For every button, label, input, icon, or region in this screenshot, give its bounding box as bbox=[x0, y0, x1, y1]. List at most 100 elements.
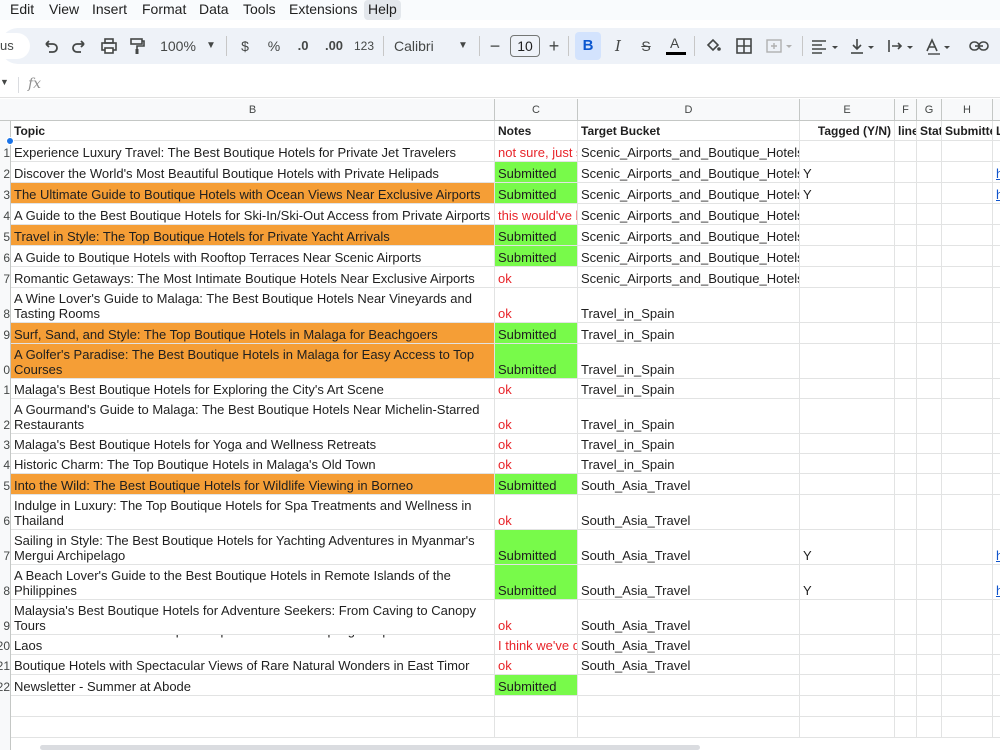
row-number[interactable]: 4 bbox=[0, 209, 11, 223]
empty-cell[interactable] bbox=[942, 434, 993, 454]
empty-cell[interactable] bbox=[895, 495, 917, 530]
menu-edit[interactable]: Edit bbox=[6, 0, 38, 20]
empty-cell[interactable] bbox=[895, 675, 917, 696]
notes-cell[interactable]: Submitted bbox=[495, 474, 578, 495]
currency-format-button[interactable]: $ bbox=[238, 28, 252, 64]
topic-cell[interactable]: A Guide to Boutique Hotels with Rooftop … bbox=[11, 246, 495, 267]
menu-insert[interactable]: Insert bbox=[88, 0, 131, 20]
menu-view[interactable]: View bbox=[45, 0, 83, 20]
tagged-cell[interactable] bbox=[800, 204, 895, 225]
empty-cell[interactable] bbox=[942, 600, 993, 635]
empty-cell[interactable] bbox=[942, 399, 993, 434]
notes-cell[interactable]: ok bbox=[495, 267, 578, 288]
row-number[interactable]: 22 bbox=[0, 680, 11, 694]
empty-cell[interactable] bbox=[917, 474, 942, 495]
header-cell-g[interactable]: Stat bbox=[917, 121, 942, 141]
tagged-cell[interactable] bbox=[800, 675, 895, 696]
name-box-chevron-icon[interactable]: ▼ bbox=[0, 77, 9, 87]
tagged-cell[interactable] bbox=[800, 399, 895, 434]
link-cell[interactable] bbox=[993, 246, 1000, 267]
empty-cell[interactable] bbox=[917, 565, 942, 600]
topic-cell[interactable]: A Gourmand's Guide to Malaga: The Best B… bbox=[11, 399, 495, 434]
tagged-cell[interactable] bbox=[800, 225, 895, 246]
target-bucket-cell[interactable]: South_Asia_Travel bbox=[578, 530, 800, 565]
empty-cell[interactable] bbox=[895, 246, 917, 267]
link-cell[interactable] bbox=[993, 655, 1000, 675]
row-number[interactable]: 7 bbox=[0, 549, 11, 563]
topic-cell[interactable]: Surf, Sand, and Style: The Top Boutique … bbox=[11, 323, 495, 344]
header-cell-topic[interactable]: Topic bbox=[11, 121, 495, 141]
target-bucket-cell[interactable]: Scenic_Airports_and_Boutique_Hotels bbox=[578, 183, 800, 204]
topic-cell[interactable]: Malaga's Best Boutique Hotels for Explor… bbox=[11, 379, 495, 399]
empty-cell[interactable] bbox=[895, 565, 917, 600]
target-bucket-cell[interactable]: Travel_in_Spain bbox=[578, 323, 800, 344]
notes-cell[interactable]: Submitted bbox=[495, 323, 578, 344]
empty-cell[interactable] bbox=[942, 717, 993, 738]
link-cell[interactable] bbox=[993, 675, 1000, 696]
notes-cell[interactable]: ok bbox=[495, 288, 578, 323]
tagged-cell[interactable] bbox=[800, 495, 895, 530]
empty-cell[interactable] bbox=[895, 600, 917, 635]
empty-cell[interactable] bbox=[895, 323, 917, 344]
topic-cell[interactable]: Romantic Getaways: The Most Intimate Bou… bbox=[11, 267, 495, 288]
empty-cell[interactable] bbox=[895, 204, 917, 225]
empty-cell[interactable] bbox=[895, 717, 917, 738]
column-header-e[interactable]: E bbox=[800, 99, 895, 121]
notes-cell[interactable]: Submitted bbox=[495, 530, 578, 565]
empty-cell[interactable] bbox=[917, 434, 942, 454]
topic-cell[interactable]: Indulge in Luxury: The Top Boutique Hote… bbox=[11, 495, 495, 530]
empty-cell[interactable] bbox=[917, 183, 942, 204]
empty-cell[interactable] bbox=[895, 225, 917, 246]
tagged-cell[interactable] bbox=[800, 474, 895, 495]
tagged-cell[interactable] bbox=[800, 246, 895, 267]
notes-cell[interactable]: I think we've d bbox=[495, 635, 578, 655]
link-cell[interactable]: h bbox=[993, 162, 1000, 183]
link-cell[interactable]: h bbox=[993, 530, 1000, 565]
tagged-cell[interactable]: Y bbox=[800, 565, 895, 600]
notes-cell[interactable]: Submitted bbox=[495, 246, 578, 267]
topic-cell[interactable]: Into the Wild: The Best Boutique Hotels … bbox=[11, 474, 495, 495]
tagged-cell[interactable]: Y bbox=[800, 162, 895, 183]
row-number[interactable]: 21 bbox=[0, 659, 11, 673]
chevron-down-icon[interactable]: ▼ bbox=[457, 28, 469, 64]
tagged-cell[interactable] bbox=[800, 655, 895, 675]
empty-cell[interactable] bbox=[942, 454, 993, 474]
notes-cell[interactable]: ok bbox=[495, 379, 578, 399]
topic-cell[interactable]: Discover the World's Most Beautiful Bout… bbox=[11, 162, 495, 183]
empty-cell[interactable] bbox=[895, 183, 917, 204]
row-number[interactable]: 3 bbox=[0, 188, 11, 202]
empty-cell[interactable] bbox=[942, 323, 993, 344]
tagged-cell[interactable]: Y bbox=[800, 183, 895, 204]
link-cell[interactable]: h bbox=[993, 565, 1000, 600]
topic-cell[interactable]: A Foodie's Paradise: The Top Boutique Ho… bbox=[11, 635, 495, 655]
link-cell[interactable] bbox=[993, 141, 1000, 162]
column-header-f[interactable]: F bbox=[895, 99, 917, 121]
notes-cell[interactable]: Submitted bbox=[495, 183, 578, 204]
header-cell-f[interactable]: line bbox=[895, 121, 917, 141]
target-bucket-cell[interactable]: South_Asia_Travel bbox=[578, 600, 800, 635]
menu-extensions[interactable]: Extensions bbox=[285, 0, 361, 20]
topic-cell[interactable]: Travel in Style: The Top Boutique Hotels… bbox=[11, 225, 495, 246]
topic-cell[interactable]: A Wine Lover's Guide to Malaga: The Best… bbox=[11, 288, 495, 323]
empty-cell[interactable] bbox=[917, 288, 942, 323]
link-cell[interactable] bbox=[993, 434, 1000, 454]
menu-help[interactable]: Help bbox=[364, 0, 401, 20]
empty-cell[interactable] bbox=[895, 434, 917, 454]
notes-cell[interactable]: ok bbox=[495, 399, 578, 434]
paint-format-icon[interactable] bbox=[128, 28, 148, 64]
empty-cell[interactable] bbox=[942, 204, 993, 225]
topic-cell[interactable]: A Golfer's Paradise: The Best Boutique H… bbox=[11, 344, 495, 379]
topic-cell[interactable]: Newsletter - Summer at Abode bbox=[11, 675, 495, 696]
notes-cell[interactable]: not sure, just s bbox=[495, 141, 578, 162]
topic-cell[interactable]: The Ultimate Guide to Boutique Hotels wi… bbox=[11, 183, 495, 204]
empty-cell[interactable] bbox=[917, 696, 942, 717]
empty-cell[interactable] bbox=[895, 162, 917, 183]
increase-decimal-button[interactable]: .00 bbox=[322, 28, 346, 64]
empty-cell[interactable] bbox=[917, 399, 942, 434]
font-size-input[interactable]: 10 bbox=[510, 35, 540, 57]
empty-cell[interactable] bbox=[917, 246, 942, 267]
topic-cell[interactable]: A Beach Lover's Guide to the Best Boutiq… bbox=[11, 565, 495, 600]
merge-cells-icon[interactable] bbox=[765, 28, 795, 64]
empty-cell[interactable] bbox=[800, 717, 895, 738]
link-cell[interactable] bbox=[993, 399, 1000, 434]
